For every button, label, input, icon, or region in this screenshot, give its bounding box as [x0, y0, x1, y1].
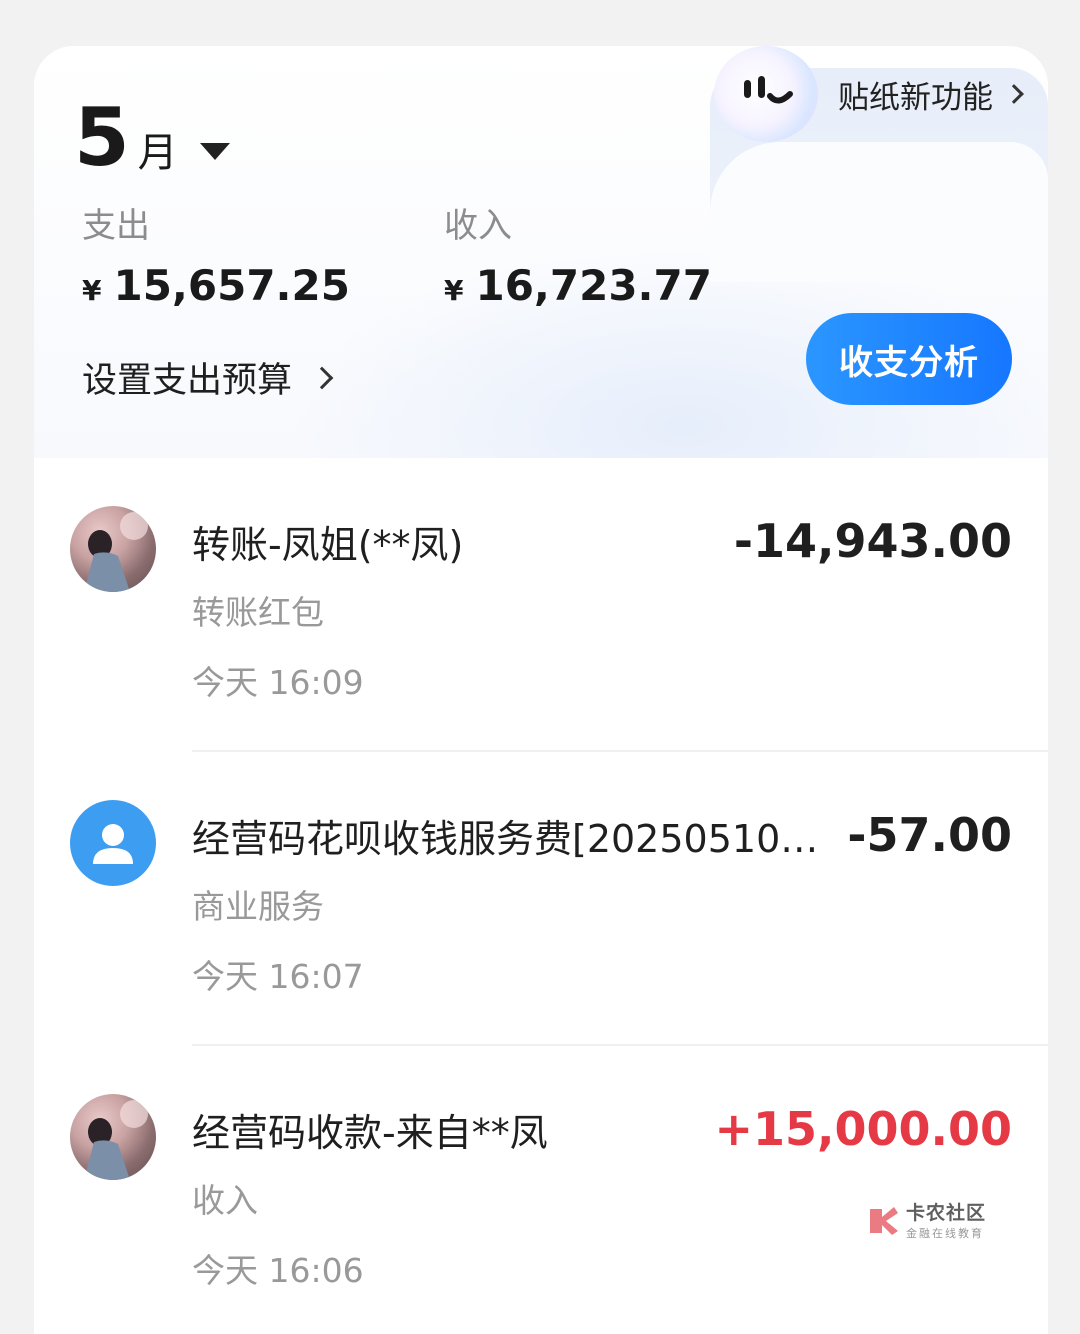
analysis-button[interactable]: 收支分析 — [806, 313, 1012, 405]
transaction-row[interactable]: 经营码花呗收钱服务费[2025051022... -57.00 商业服务 今天 … — [34, 752, 1048, 1046]
budget-label: 设置支出预算 — [82, 361, 293, 401]
income-label: 收入 — [444, 206, 512, 246]
transaction-row[interactable]: 经营码收款-来自**凤 +15,000.00 收入 今天 16:06 — [34, 1046, 1048, 1334]
transaction-amount: -57.00 — [847, 808, 1012, 862]
chevron-right-icon — [310, 366, 334, 389]
watermark-title: 卡农社区 — [906, 1202, 987, 1224]
bill-card: 贴纸新功能 5 月 支出 ¥ 15,657.25 收入 ¥ 16,723.77 … — [34, 46, 1048, 1334]
income-amount: 16,723.77 — [475, 261, 712, 310]
transaction-time: 今天 16:06 — [192, 1251, 364, 1290]
transaction-time: 今天 16:07 — [192, 957, 364, 996]
default-user-avatar-icon — [70, 800, 156, 886]
transaction-amount: -14,943.00 — [733, 514, 1012, 568]
avatar — [70, 506, 156, 592]
month-selector[interactable]: 5 月 — [74, 98, 230, 178]
avatar — [70, 1094, 156, 1180]
sticker-feature-label: 贴纸新功能 — [838, 79, 993, 116]
transaction-row[interactable]: 转账-凤姐(**凤) -14,943.00 转账红包 今天 16:09 — [34, 458, 1048, 752]
transaction-amount: +15,000.00 — [714, 1102, 1012, 1156]
expense-amount: 15,657.25 — [113, 261, 350, 310]
caret-down-icon — [199, 143, 230, 160]
income-currency: ¥ — [444, 274, 464, 307]
expense-label: 支出 — [82, 206, 150, 246]
tab-curve — [710, 142, 1048, 282]
transaction-category: 收入 — [192, 1181, 258, 1220]
watermark-subtitle: 金融在线教育 — [906, 1227, 984, 1240]
summary-panel: 贴纸新功能 5 月 支出 ¥ 15,657.25 收入 ¥ 16,723.77 … — [34, 46, 1048, 458]
transaction-title: 转账-凤姐(**凤) — [192, 523, 464, 567]
transaction-category: 商业服务 — [192, 887, 324, 926]
chevron-right-icon — [1004, 84, 1024, 104]
income-summary: 收入 ¥ 16,723.77 — [444, 198, 712, 310]
transaction-title: 经营码花呗收钱服务费[2025051022... — [192, 817, 842, 861]
month-number: 5 — [74, 91, 130, 184]
expense-summary: 支出 ¥ 15,657.25 — [82, 198, 350, 310]
transaction-category: 转账红包 — [192, 593, 324, 632]
set-budget-link[interactable]: 设置支出预算 — [82, 352, 334, 403]
transaction-time: 今天 16:09 — [192, 663, 364, 702]
watermark: 卡农社区 金融在线教育 — [866, 1198, 986, 1241]
sticker-smile-icon — [714, 46, 818, 142]
kanong-logo-icon — [870, 1206, 898, 1235]
month-unit: 月 — [137, 130, 178, 176]
expense-currency: ¥ — [82, 274, 102, 307]
transaction-title: 经营码收款-来自**凤 — [192, 1111, 548, 1155]
sticker-feature-button[interactable]: 贴纸新功能 — [714, 46, 1048, 142]
